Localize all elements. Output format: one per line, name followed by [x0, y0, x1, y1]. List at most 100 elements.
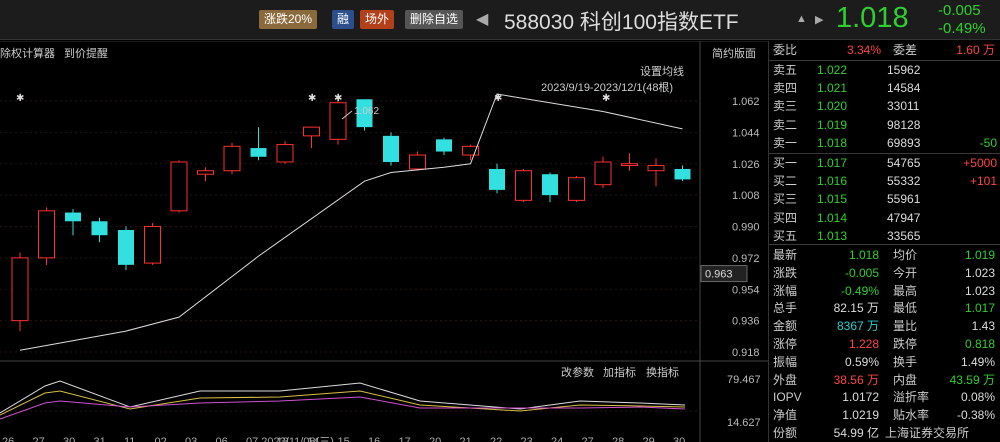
stat-row[interactable]: 份额 54.99 亿上海证券交易所: [769, 424, 1000, 442]
candle-body: [170, 161, 188, 212]
ask-volume: 33011: [887, 99, 920, 114]
bid-row[interactable]: 买一 1.017 54765 +5000: [769, 154, 1000, 172]
stat-label: 净值: [773, 408, 798, 423]
x-tick-label: 16: [368, 436, 380, 442]
stat-row[interactable]: 外盘 38.56 万内盘 43.59 万: [769, 371, 1000, 389]
x-tick-label: 15: [338, 436, 350, 442]
x-tick-label: 22: [490, 436, 502, 442]
x-tick-label: 07 2023/11/08(三): [246, 436, 334, 442]
stat-label: 最新: [773, 248, 798, 262]
kline-chart[interactable]: 1.062 1.044 1.026 1.008 0.990 0.972 0.954 0.936…: [0, 41, 768, 442]
ask-volume: 14584: [887, 81, 921, 96]
x-tick-label: 23: [521, 436, 533, 442]
ask-row[interactable]: 卖五 1.022 15962: [769, 61, 1000, 79]
otc-tag[interactable]: 场外: [360, 10, 395, 29]
bid-level-label: 买三: [773, 192, 798, 207]
ask-row[interactable]: 卖四 1.021 14584: [769, 79, 1000, 97]
candle-body: [38, 210, 55, 259]
y-tick-label: 0.918: [732, 347, 760, 359]
stat-row[interactable]: 涨停 1.228 跌停 0.818: [769, 335, 1000, 353]
stat-label: 最低: [893, 301, 918, 316]
candle-body: [436, 139, 452, 152]
candle-body: [144, 226, 161, 264]
stat-value: 1.0172: [842, 390, 879, 405]
x-tick-label: 06: [216, 436, 228, 442]
stat-value: 0.08%: [960, 390, 995, 405]
stat-label: 涨停: [773, 337, 798, 351]
ask-level-label: 卖三: [773, 99, 798, 114]
bid-volume: 55961: [887, 192, 921, 207]
y-tick-label: 1.026: [732, 159, 760, 171]
candle-body: [515, 170, 532, 201]
bid-row[interactable]: 买四 1.014 47947: [769, 209, 1000, 227]
bid-row[interactable]: 买五 1.013 33565: [769, 227, 1000, 245]
weicha-label: 委差: [893, 43, 918, 57]
x-tick-label: 30: [673, 436, 685, 442]
stat-value: 54.99 亿: [833, 426, 879, 440]
remove-watchlist-button[interactable]: 删除自选: [405, 10, 464, 29]
event-marker-icon: ✱: [16, 93, 24, 104]
stat-label: 内盘: [893, 372, 918, 387]
high-annotation-label: 1.062: [354, 106, 379, 117]
stat-label: IOPV: [773, 390, 802, 405]
stat-label: 今开: [893, 265, 918, 280]
stat-label: 总手: [773, 301, 798, 316]
top-bar: 涨跌20% 融 场外 删除自选 ◀ 588030 科创100指数ETF ▲ ▶ …: [0, 0, 1000, 40]
bid-row[interactable]: 买二 1.016 55332 +101: [769, 172, 1000, 190]
stat-value: -0.49%: [840, 283, 879, 298]
stat-row[interactable]: 净值 1.0219 贴水率 -0.38%: [769, 406, 1000, 424]
stat-row[interactable]: 涨跌 -0.005 今开 1.023: [769, 264, 1000, 282]
stat-value: -0.005: [844, 265, 879, 280]
bid-price: 1.017: [817, 156, 848, 170]
ask-price: 1.021: [817, 81, 848, 96]
x-tick-label: 14: [307, 436, 319, 442]
ask-price: 1.020: [817, 99, 848, 114]
stat-row[interactable]: IOPV 1.0172 溢折率 0.08%: [769, 388, 1000, 406]
candle-body: [329, 102, 347, 140]
stat-row[interactable]: 总手 82.15 万最低 1.017: [769, 299, 1000, 317]
candle-body: [118, 229, 134, 265]
stat-label: 溢折率: [893, 390, 930, 405]
limit-tag[interactable]: 涨跌20%: [259, 10, 318, 29]
ask-volume: 69893: [887, 135, 921, 150]
price-change-pct: -0.49%: [938, 20, 986, 37]
ask-price: 1.019: [817, 117, 848, 132]
bid-row[interactable]: 买三 1.015 55961: [769, 190, 1000, 208]
x-tick-label: 28: [612, 436, 624, 442]
x-tick-label: 31: [94, 436, 106, 442]
x-tick-label: 27: [33, 436, 45, 442]
stat-value: 43.59 万: [949, 372, 995, 387]
ask-price: 1.018: [817, 135, 848, 150]
candle-body: [91, 221, 108, 236]
stat-label: 均价: [893, 248, 918, 262]
bid-price: 1.016: [817, 174, 848, 189]
margin-tag[interactable]: 融: [332, 10, 355, 29]
stat-row[interactable]: 最新 1.018 均价 1.019: [769, 246, 1000, 264]
ask-row[interactable]: 卖三 1.020 33011: [769, 97, 1000, 115]
event-marker-icon: ✱: [334, 93, 342, 104]
x-tick-label: 13: [277, 436, 289, 442]
stat-row[interactable]: 金额 8367 万量比 1.43: [769, 317, 1000, 335]
bid-price: 1.013: [817, 228, 848, 243]
next-stock-icon[interactable]: ▶: [815, 13, 823, 26]
stat-label: 振幅: [773, 354, 798, 369]
stat-row[interactable]: 振幅 0.59% 换手 1.49%: [769, 353, 1000, 371]
candle-body: [303, 126, 320, 137]
prev-stock-icon[interactable]: ◀: [476, 9, 488, 29]
x-tick-label: 17: [399, 436, 411, 442]
event-marker-icon: ✱: [494, 93, 502, 104]
candle-body: [409, 154, 426, 170]
stat-label: 涨跌: [773, 265, 798, 280]
x-tick-label: 02: [155, 436, 167, 442]
x-tick-label: 24: [551, 436, 563, 442]
ask-row[interactable]: 卖一 1.018 69893 -50: [769, 134, 1000, 152]
weibi-row[interactable]: 委比 3.34% 委差 1.60 万: [769, 41, 1000, 59]
stat-label: 量比: [893, 319, 918, 334]
bid-change: +5000: [963, 156, 997, 170]
stat-row[interactable]: 涨幅 -0.49% 最高 1.023: [769, 282, 1000, 300]
stat-value: 8367 万: [836, 319, 879, 334]
x-tick-label: 26: [2, 436, 14, 442]
bell-icon[interactable]: ▲: [796, 13, 807, 25]
panel-divider: [769, 244, 1000, 245]
ask-row[interactable]: 卖二 1.019 98128: [769, 116, 1000, 134]
